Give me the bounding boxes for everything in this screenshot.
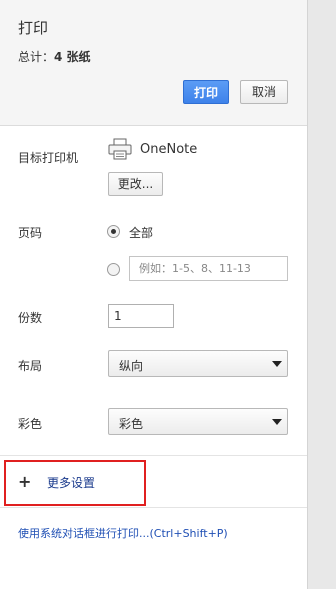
divider bbox=[0, 507, 307, 508]
color-value: 彩色 bbox=[119, 417, 144, 431]
pages-all-radio[interactable] bbox=[107, 225, 120, 238]
layout-select[interactable]: 纵向 bbox=[108, 350, 288, 377]
page-range-input[interactable]: 例如：1-5、8、11-13 bbox=[129, 256, 288, 281]
layout-value: 纵向 bbox=[119, 359, 144, 373]
layout-label: 布局 bbox=[18, 359, 43, 373]
print-button[interactable]: 打印 bbox=[183, 80, 229, 104]
pages-all-label: 全部 bbox=[129, 226, 154, 240]
system-dialog-link[interactable]: 使用系统对话框进行打印...(Ctrl+Shift+P) bbox=[18, 525, 228, 541]
copies-label: 份数 bbox=[18, 311, 43, 325]
page-title: 打印 bbox=[18, 19, 49, 37]
print-header: 打印 总计：4 张纸 打印 取消 bbox=[0, 0, 307, 126]
dropdown-arrow-icon bbox=[272, 361, 282, 367]
print-panel: 打印 总计：4 张纸 打印 取消 目标打印机 OneNote 更改... 页码 … bbox=[0, 0, 307, 589]
color-label: 彩色 bbox=[18, 417, 43, 431]
destination-label: 目标打印机 bbox=[18, 151, 79, 165]
printer-icon bbox=[108, 138, 132, 160]
plus-icon[interactable]: + bbox=[18, 472, 31, 491]
cancel-button[interactable]: 取消 bbox=[240, 80, 288, 104]
printer-name: OneNote bbox=[140, 142, 198, 157]
radio-selected-dot bbox=[111, 229, 116, 234]
total-value: 4 张纸 bbox=[54, 50, 91, 64]
side-scroll-area bbox=[307, 0, 336, 589]
color-select[interactable]: 彩色 bbox=[108, 408, 288, 435]
divider bbox=[0, 455, 307, 456]
pages-custom-radio[interactable] bbox=[107, 263, 120, 276]
change-printer-button[interactable]: 更改... bbox=[108, 172, 163, 196]
total-prefix: 总计： bbox=[18, 50, 55, 64]
copies-input[interactable]: 1 bbox=[108, 304, 174, 328]
sheet-total: 总计：4 张纸 bbox=[18, 48, 91, 65]
dropdown-arrow-icon bbox=[272, 419, 282, 425]
pages-label: 页码 bbox=[18, 226, 43, 240]
more-settings-link[interactable]: 更多设置 bbox=[47, 474, 95, 491]
